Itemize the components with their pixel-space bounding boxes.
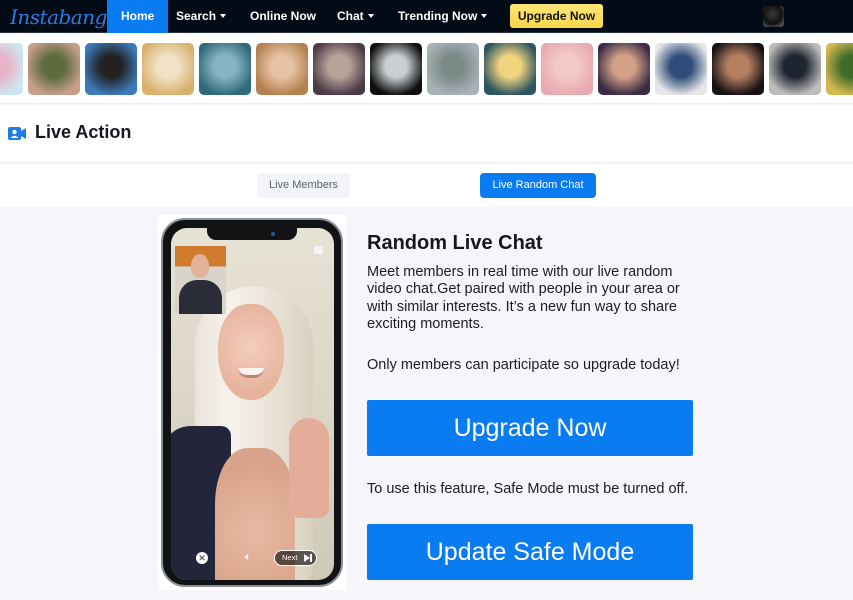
site-logo[interactable]: Instabang bbox=[10, 2, 107, 32]
nav-home-label: Home bbox=[121, 9, 155, 23]
chevron-down-icon bbox=[220, 13, 227, 18]
nav-online-now-label: Online Now bbox=[250, 9, 316, 23]
speaker-icon[interactable]: 🔈︎ bbox=[241, 550, 255, 564]
member-thumbnail[interactable] bbox=[142, 43, 194, 95]
nav-chat[interactable]: Chat bbox=[337, 0, 374, 33]
nav-online-now[interactable]: Online Now bbox=[250, 0, 316, 33]
nav-chat-label: Chat bbox=[337, 9, 364, 23]
member-thumbnail[interactable] bbox=[769, 43, 821, 95]
upgrade-now-nav-button[interactable]: Upgrade Now bbox=[510, 4, 603, 28]
phone-notch bbox=[207, 228, 297, 240]
member-thumbnail[interactable] bbox=[655, 43, 707, 95]
tab-bar: Live Members Live Random Chat bbox=[0, 164, 853, 207]
section-title: Live Action bbox=[35, 122, 132, 142]
flag-icon[interactable] bbox=[314, 246, 323, 254]
member-thumbnail[interactable] bbox=[0, 43, 23, 95]
member-thumbnail[interactable] bbox=[541, 43, 593, 95]
nav-home[interactable]: Home bbox=[107, 0, 169, 33]
random-chat-title: Random Live Chat bbox=[367, 232, 543, 254]
member-thumbnail[interactable] bbox=[427, 43, 479, 95]
section-header: Live Action bbox=[0, 105, 853, 163]
member-thumbnail[interactable] bbox=[256, 43, 308, 95]
member-thumbnail[interactable] bbox=[826, 43, 853, 95]
tab-live-random-chat[interactable]: Live Random Chat bbox=[480, 173, 596, 198]
nav-trending-now[interactable]: Trending Now bbox=[398, 0, 488, 33]
next-label: Next bbox=[282, 553, 298, 562]
nav-search-label: Search bbox=[176, 9, 217, 23]
random-chat-description: Meet members in real time with our live … bbox=[367, 264, 680, 332]
member-thumbnail[interactable] bbox=[598, 43, 650, 95]
close-icon[interactable]: ✕ bbox=[196, 552, 208, 564]
self-view-body bbox=[179, 280, 222, 314]
phone-screen: ✕ 🔈︎ Next bbox=[171, 228, 334, 580]
video-subject-face bbox=[218, 304, 284, 400]
upgrade-now-button[interactable]: Upgrade Now bbox=[367, 400, 693, 456]
member-thumbnail[interactable] bbox=[484, 43, 536, 95]
member-thumbnail[interactable] bbox=[199, 43, 251, 95]
video-subject-hand bbox=[289, 418, 329, 518]
top-nav: Instabang Home Search Online Now Chat Tr… bbox=[0, 0, 853, 33]
member-thumbnail[interactable] bbox=[313, 43, 365, 95]
chevron-down-icon bbox=[481, 13, 488, 18]
member-thumbnail[interactable] bbox=[370, 43, 422, 95]
user-avatar-icon[interactable] bbox=[763, 6, 784, 27]
member-thumbnail[interactable] bbox=[85, 43, 137, 95]
member-thumbnail-strip bbox=[0, 34, 853, 104]
skip-bar bbox=[310, 554, 312, 562]
video-camera-icon bbox=[8, 127, 26, 140]
safe-mode-note: To use this feature, Safe Mode must be t… bbox=[367, 481, 689, 497]
update-safe-mode-button[interactable]: Update Safe Mode bbox=[367, 524, 693, 580]
nav-search[interactable]: Search bbox=[176, 0, 227, 33]
nav-trending-now-label: Trending Now bbox=[398, 9, 478, 23]
member-thumbnail[interactable] bbox=[712, 43, 764, 95]
self-view-head bbox=[191, 254, 209, 278]
tab-live-members[interactable]: Live Members bbox=[257, 173, 350, 198]
member-thumbnail[interactable] bbox=[28, 43, 80, 95]
self-view-video bbox=[175, 246, 226, 314]
chevron-down-icon bbox=[367, 13, 374, 18]
members-only-note: Only members can participate so upgrade … bbox=[367, 357, 680, 373]
next-button[interactable]: Next bbox=[274, 550, 317, 566]
camera-icon bbox=[271, 232, 275, 236]
